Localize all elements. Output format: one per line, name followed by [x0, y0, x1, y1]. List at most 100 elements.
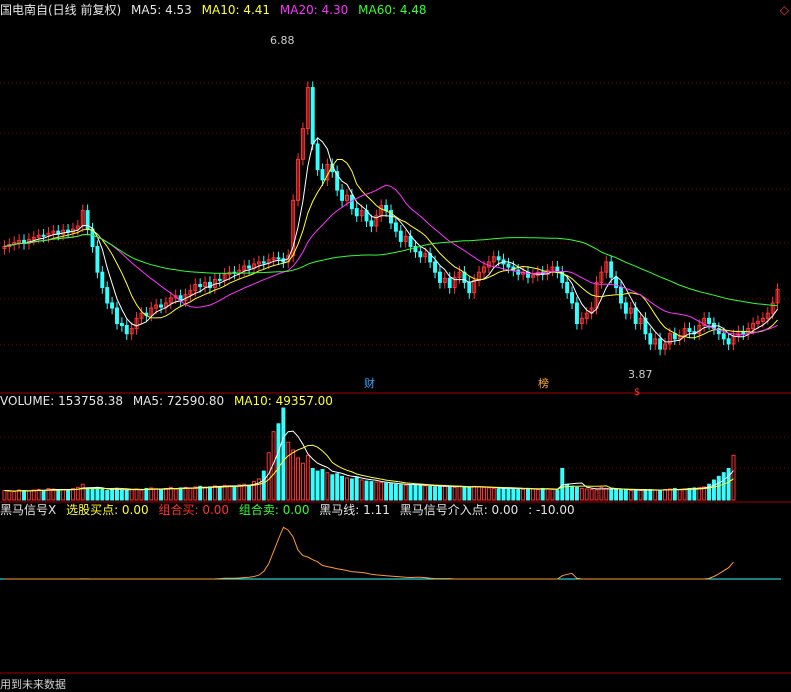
candle-body [614, 276, 619, 289]
candle-body [159, 304, 163, 308]
volume-bar [242, 483, 247, 501]
volume-bar [413, 483, 418, 501]
event-marker-3: $ [634, 387, 640, 398]
volume-bar [61, 488, 66, 501]
volume-bar [418, 484, 423, 501]
volume-bar [716, 475, 721, 501]
volume-bar [369, 481, 374, 501]
volume-bar [119, 490, 124, 501]
candle-body [41, 234, 46, 237]
candle-body [315, 143, 320, 171]
volume-bar [217, 485, 222, 501]
volume-bar [232, 485, 237, 501]
volume-bar [364, 480, 369, 501]
volume-bar [193, 486, 198, 501]
volume-bar [379, 482, 384, 501]
event-marker-1: 财 [364, 376, 375, 390]
volume-bar [628, 490, 633, 501]
volume-bar [100, 488, 105, 501]
candle-body [619, 287, 623, 304]
volume-bar [26, 490, 31, 501]
volume-bar [203, 486, 208, 501]
volume-bar [437, 485, 442, 501]
volume-bar [721, 472, 726, 501]
candle-body [447, 277, 452, 289]
volume-bar [2, 490, 7, 501]
indicator-series [0, 526, 781, 580]
candle-body [437, 271, 442, 283]
volume-bar [423, 485, 428, 501]
volume-bar [12, 491, 17, 501]
low-price-label: 3.87 [628, 368, 653, 381]
candle-body [261, 261, 266, 264]
volume-bar [95, 486, 100, 501]
volume-bar [462, 486, 467, 501]
volume-bar [643, 489, 648, 501]
candle-body [565, 281, 570, 294]
volume-bar [594, 489, 599, 501]
volume-bar [442, 485, 447, 501]
volume-bar [638, 490, 643, 501]
volume-bar [129, 488, 134, 501]
candle-body [247, 265, 252, 269]
grid-lines [0, 82, 791, 674]
volume-bar [212, 485, 217, 501]
volume-bar [726, 467, 731, 501]
volume-bar [711, 479, 716, 501]
volume-bar [526, 487, 530, 501]
volume-bar [315, 470, 320, 501]
volume-bar [653, 489, 658, 501]
candle-body [110, 302, 115, 309]
volume-bar [384, 482, 389, 501]
candle-body [633, 307, 638, 324]
volume-bar [330, 474, 335, 501]
candle-body [721, 333, 726, 340]
volume-bar [589, 488, 594, 501]
volume-bar [261, 470, 266, 501]
volume-bar [677, 488, 682, 501]
ma5-line [4, 137, 779, 343]
candle-body [340, 189, 345, 201]
volume-bar [41, 490, 46, 501]
volume-bar [398, 484, 403, 501]
candle-body [726, 338, 731, 345]
candle-body [354, 208, 359, 217]
volume-bar [139, 489, 144, 501]
candle-body [570, 292, 575, 304]
volume-bar [325, 472, 330, 501]
volume-bar [516, 488, 521, 501]
volume-bar [105, 490, 110, 501]
volume-bar [22, 490, 26, 501]
volume-bar [540, 487, 545, 501]
moving-average-lines [4, 137, 779, 343]
volume-bar [335, 473, 340, 501]
candle-body [310, 87, 315, 145]
volume-bar [457, 485, 462, 501]
candle-body [369, 220, 374, 227]
volume-bar [579, 487, 584, 501]
volume-bar [623, 488, 628, 501]
volume-bar [486, 487, 491, 501]
volume-bar [731, 454, 736, 501]
volume-bar [359, 479, 364, 501]
volume-bar [31, 489, 36, 501]
candle-body [124, 325, 129, 335]
volume-bar [506, 487, 511, 501]
volume-bar [36, 488, 41, 501]
volume-bar [163, 487, 168, 501]
volume-bar [433, 486, 438, 501]
candle-body [90, 228, 95, 248]
candle-body [609, 261, 614, 278]
candle-body [398, 230, 403, 242]
volume-bar [682, 488, 687, 501]
candle-body [105, 287, 110, 304]
volume-bar [349, 478, 354, 501]
candle-body [648, 333, 653, 345]
event-marker-2: 榜 [538, 376, 549, 390]
stock-chart[interactable]: 6.88 3.87 财 榜 $ [0, 0, 791, 690]
candle-body [496, 256, 501, 261]
volume-bar [482, 486, 486, 501]
candlestick-series [2, 81, 780, 356]
volume-bar [633, 489, 638, 501]
volume-bar [291, 449, 296, 501]
